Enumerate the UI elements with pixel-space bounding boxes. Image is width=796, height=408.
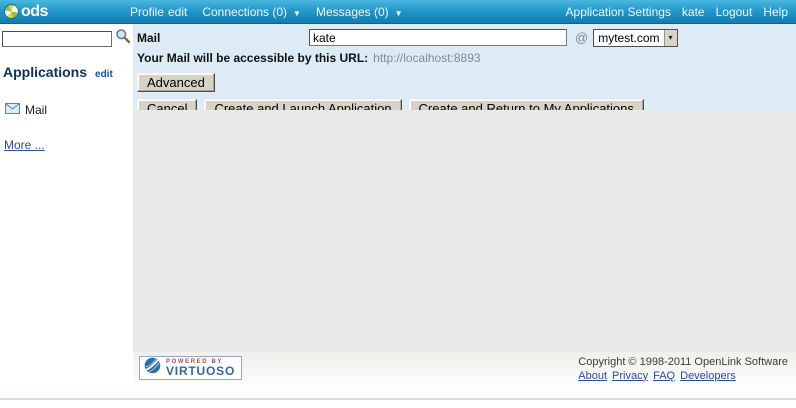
virtuoso-badge[interactable]: POWERED BY VIRTUOSO bbox=[139, 356, 242, 380]
sidebar: Applications edit Mail More ... bbox=[0, 24, 133, 385]
ods-logo-text: ods bbox=[21, 3, 48, 21]
user-link[interactable]: kate bbox=[682, 5, 705, 19]
footer-links: About Privacy FAQ Developers bbox=[578, 370, 788, 384]
main-area: Mail @ mytest.com ▾ Your Mail will be ac… bbox=[133, 24, 796, 385]
sidebar-item-mail[interactable]: Mail bbox=[5, 103, 133, 117]
developers-link[interactable]: Developers bbox=[680, 370, 736, 384]
applications-header: Applications edit bbox=[3, 64, 133, 80]
nav-messages-group[interactable]: Messages (0) ▼ bbox=[316, 5, 403, 19]
virtuoso-label: VIRTUOSO bbox=[166, 365, 235, 377]
create-app-form: Mail @ mytest.com ▾ Your Mail will be ac… bbox=[133, 24, 796, 110]
profile-link[interactable]: Profile bbox=[130, 5, 164, 19]
advanced-row: Advanced bbox=[137, 73, 796, 92]
content-empty-area bbox=[133, 110, 796, 352]
copyright-block: Copyright © 1998-2011 OpenLink Software … bbox=[578, 356, 788, 384]
privacy-link[interactable]: Privacy bbox=[612, 370, 648, 384]
url-value: http://localhost:8893 bbox=[373, 51, 480, 65]
domain-select[interactable]: mytest.com ▾ bbox=[593, 29, 677, 47]
bottom-strip bbox=[0, 385, 796, 408]
virtuoso-swirl-icon bbox=[143, 356, 162, 380]
connections-link[interactable]: Connections (0) bbox=[202, 5, 287, 19]
ods-logo[interactable]: ods bbox=[4, 3, 48, 21]
body-row: Applications edit Mail More ... Mail bbox=[0, 24, 796, 385]
search-icon[interactable] bbox=[115, 28, 131, 49]
footer: POWERED BY VIRTUOSO Copyright © 1998-201… bbox=[133, 352, 796, 385]
sidebar-item-mail-label: Mail bbox=[25, 103, 47, 117]
top-nav-right: Application Settings kate Logout Help bbox=[566, 5, 788, 19]
domain-select-value: mytest.com bbox=[594, 31, 663, 45]
search-input[interactable] bbox=[2, 31, 112, 47]
messages-link[interactable]: Messages (0) bbox=[316, 5, 389, 19]
more-link[interactable]: More ... bbox=[4, 138, 45, 152]
messages-dropdown-icon[interactable]: ▼ bbox=[395, 9, 403, 18]
mail-field-label: Mail bbox=[137, 31, 309, 45]
connections-dropdown-icon[interactable]: ▼ bbox=[293, 9, 301, 18]
select-dropdown-icon[interactable]: ▾ bbox=[664, 30, 677, 46]
sidebar-search-row bbox=[2, 28, 133, 49]
bottom-divider bbox=[0, 398, 796, 400]
applications-edit-link[interactable]: edit bbox=[95, 69, 113, 80]
mail-name-input[interactable] bbox=[309, 29, 567, 46]
copyright-text: Copyright © 1998-2011 OpenLink Software bbox=[578, 356, 788, 370]
page: ods Profile edit Connections (0) ▼ Messa… bbox=[0, 0, 796, 408]
nav-profile-group: Profile edit bbox=[130, 5, 187, 19]
application-settings-link[interactable]: Application Settings bbox=[566, 5, 671, 19]
virtuoso-badge-text: POWERED BY VIRTUOSO bbox=[166, 359, 235, 377]
advanced-button[interactable]: Advanced bbox=[137, 73, 215, 92]
profile-edit-link[interactable]: edit bbox=[168, 5, 187, 19]
applications-title: Applications bbox=[3, 64, 87, 80]
url-caption: Your Mail will be accessible by this URL… bbox=[137, 51, 368, 65]
about-link[interactable]: About bbox=[578, 370, 607, 384]
logout-link[interactable]: Logout bbox=[716, 5, 753, 19]
help-link[interactable]: Help bbox=[763, 5, 788, 19]
nav-connections-group[interactable]: Connections (0) ▼ bbox=[202, 5, 301, 19]
url-info-row: Your Mail will be accessible by this URL… bbox=[137, 51, 796, 65]
faq-link[interactable]: FAQ bbox=[653, 370, 675, 384]
mail-name-row: Mail @ mytest.com ▾ bbox=[137, 28, 796, 47]
mail-icon bbox=[5, 103, 20, 117]
top-bar: ods Profile edit Connections (0) ▼ Messa… bbox=[0, 0, 796, 24]
ods-globe-icon bbox=[4, 4, 19, 19]
top-nav: Profile edit Connections (0) ▼ Messages … bbox=[130, 5, 403, 19]
at-symbol: @ bbox=[575, 30, 588, 45]
